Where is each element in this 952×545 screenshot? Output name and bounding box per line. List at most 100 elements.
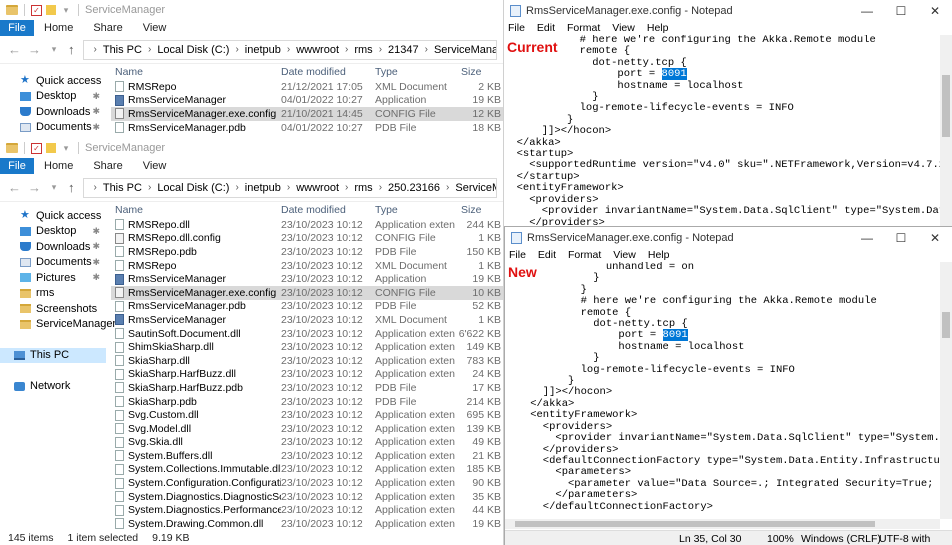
text-editor[interactable]: # here we're configuring the Akka.Remote…	[504, 35, 940, 229]
column-size[interactable]: Size	[455, 66, 501, 78]
sidebar-item-documents[interactable]: Documents ✱	[0, 255, 106, 271]
file-row[interactable]: RmsServiceManager.pdb 23/10/2023 10:12 PDB…	[111, 300, 503, 314]
file-row[interactable]: ShimSkiaSharp.dll 23/10/2023 10:12 Applica…	[111, 340, 503, 354]
file-row[interactable]: RMSRepo.dll 23/10/2023 10:12 Application e…	[111, 218, 503, 232]
file-row[interactable]: RmsServiceManager.exe.config 21/10/2021 1…	[111, 107, 503, 121]
file-row[interactable]: SkiaSharp.pdb 23/10/2023 10:12 PDB File 214…	[111, 395, 503, 409]
file-row[interactable]: Svg.Model.dll 23/10/2023 10:12 Application…	[111, 422, 503, 436]
breadcrumb-item[interactable]: Local Disk (C:)	[157, 182, 229, 194]
file-row[interactable]: RmsServiceManager.pdb 04/01/2022 10:27 PDB…	[111, 121, 503, 135]
breadcrumb-item[interactable]: rms	[354, 182, 372, 194]
scroll-thumb[interactable]	[942, 312, 950, 338]
new-folder-icon[interactable]	[46, 143, 56, 153]
menu-file[interactable]: File	[509, 249, 526, 261]
menu-view[interactable]: View	[613, 249, 636, 261]
vertical-scrollbar[interactable]	[940, 262, 952, 519]
recent-locations-icon[interactable]: ▾	[48, 182, 60, 193]
file-row[interactable]: RmsServiceManager 23/10/2023 10:12 XML Doc…	[111, 313, 503, 327]
breadcrumb-item[interactable]: This PC	[103, 44, 142, 56]
breadcrumb-item[interactable]: inetpub	[245, 44, 281, 56]
breadcrumb-item[interactable]: wwwroot	[296, 44, 339, 56]
menu-edit[interactable]: Edit	[538, 249, 556, 261]
scroll-thumb[interactable]	[515, 521, 875, 527]
minimize-icon[interactable]: —	[850, 227, 884, 248]
ribbon-tab-view[interactable]: View	[133, 158, 177, 174]
breadcrumb-item[interactable]: Local Disk (C:)	[157, 44, 229, 56]
file-row[interactable]: RMSRepo 23/10/2023 10:12 XML Document 1 KB	[111, 259, 503, 273]
sidebar-item-network[interactable]: Network	[0, 379, 106, 395]
sidebar-item-quick-access[interactable]: ★ Quick access	[0, 208, 106, 224]
file-row[interactable]: System.Diagnostics.DiagnosticSource.dll2…	[111, 490, 503, 504]
file-row[interactable]: System.Buffers.dll 23/10/2023 10:12 Applic…	[111, 449, 503, 463]
sidebar-item-rms[interactable]: rms	[0, 286, 106, 302]
scroll-thumb[interactable]	[942, 75, 950, 137]
quick-access-dropdown-icon[interactable]: ▾	[60, 5, 72, 16]
file-row[interactable]: SkiaSharp.dll 23/10/2023 10:12 Application…	[111, 354, 503, 368]
file-row[interactable]: System.Drawing.Common.dll 23/10/2023 10:1…	[111, 517, 503, 531]
file-row[interactable]: Svg.Custom.dll 23/10/2023 10:12 Applicatio…	[111, 408, 503, 422]
file-row[interactable]: RmsServiceManager 23/10/2023 10:12 Applica…	[111, 272, 503, 286]
column-type[interactable]: Type	[375, 66, 455, 78]
menu-edit[interactable]: Edit	[537, 22, 555, 34]
file-row[interactable]: System.Configuration.ConfigurationMan...…	[111, 476, 503, 490]
breadcrumb-item[interactable]: ServiceManager	[434, 44, 496, 56]
column-date-modified[interactable]: Date modified	[281, 66, 375, 78]
ribbon-file-tab[interactable]: File	[0, 158, 34, 174]
file-row[interactable]: RmsServiceManager 04/01/2022 10:27 Applica…	[111, 94, 503, 108]
ribbon-tab-view[interactable]: View	[133, 20, 177, 36]
column-name[interactable]: Name	[111, 204, 281, 216]
file-row[interactable]: SkiaSharp.HarfBuzz.dll 23/10/2023 10:12 Ap…	[111, 368, 503, 382]
quick-access-dropdown-icon[interactable]: ▾	[60, 143, 72, 154]
menu-format[interactable]: Format	[568, 249, 601, 261]
back-arrow-icon[interactable]: ←	[8, 180, 21, 195]
properties-check-icon[interactable]: ✓	[31, 4, 42, 16]
maximize-icon[interactable]: ☐	[884, 0, 918, 21]
menu-file[interactable]: File	[508, 22, 525, 34]
text-editor[interactable]: unhandled = on } } # here we're configur…	[505, 262, 940, 513]
up-arrow-icon[interactable]: ↑	[68, 180, 75, 195]
sidebar-item-documents[interactable]: Documents ✱	[0, 120, 106, 136]
menu-format[interactable]: Format	[567, 22, 600, 34]
horizontal-scrollbar[interactable]	[505, 519, 940, 529]
file-row[interactable]: Svg.Skia.dll 23/10/2023 10:12 Application …	[111, 436, 503, 450]
file-row[interactable]: RmsServiceManager.exe.config 23/10/2023 1…	[111, 285, 503, 300]
column-date-modified[interactable]: Date modified	[281, 204, 375, 216]
address-bar[interactable]: › This PC › Local Disk (C:) › inetpub › …	[82, 177, 497, 198]
breadcrumb-item[interactable]: wwwroot	[296, 182, 339, 194]
close-icon[interactable]: ✕	[918, 227, 952, 248]
menu-view[interactable]: View	[612, 22, 635, 34]
menu-help[interactable]: Help	[648, 249, 670, 261]
file-row[interactable]: SautinSoft.Document.dll 23/10/2023 10:12 A…	[111, 327, 503, 341]
vertical-scrollbar[interactable]	[940, 35, 952, 232]
file-row[interactable]: System.Collections.Immutable.dll 23/10/20…	[111, 463, 503, 477]
breadcrumb-item[interactable]: ServiceManager	[455, 182, 496, 194]
breadcrumb-item[interactable]: This PC	[103, 182, 142, 194]
file-row[interactable]: SkiaSharp.HarfBuzz.pdb 23/10/2023 10:12 PD…	[111, 381, 503, 395]
menu-help[interactable]: Help	[647, 22, 669, 34]
column-name[interactable]: Name	[111, 66, 281, 78]
sidebar-item-desktop[interactable]: Desktop ✱	[0, 89, 106, 105]
file-row[interactable]: System.Diagnostics.PerformanceCounter...…	[111, 503, 503, 517]
sidebar-item-desktop[interactable]: Desktop ✱	[0, 224, 106, 240]
sidebar-item-screenshots[interactable]: Screenshots	[0, 301, 106, 317]
address-bar[interactable]: › This PC › Local Disk (C:) › inetpub › …	[82, 39, 497, 60]
back-arrow-icon[interactable]: ←	[8, 42, 21, 57]
minimize-icon[interactable]: —	[850, 0, 884, 21]
breadcrumb-item[interactable]: 250.23166	[388, 182, 440, 194]
breadcrumb-item[interactable]: rms	[354, 44, 372, 56]
maximize-icon[interactable]: ☐	[884, 227, 918, 248]
file-row[interactable]: RMSRepo.pdb 23/10/2023 10:12 PDB File 150 K…	[111, 245, 503, 259]
properties-check-icon[interactable]: ✓	[31, 142, 42, 154]
column-size[interactable]: Size	[455, 204, 501, 216]
column-type[interactable]: Type	[375, 204, 455, 216]
breadcrumb-item[interactable]: inetpub	[245, 182, 281, 194]
sidebar-item-downloads[interactable]: Downloads ✱	[0, 104, 106, 120]
forward-arrow-icon[interactable]: →	[28, 180, 41, 195]
up-arrow-icon[interactable]: ↑	[68, 42, 75, 57]
file-row[interactable]: RMSRepo 21/12/2021 17:05 XML Document 2 KB	[111, 80, 503, 94]
breadcrumb-item[interactable]: 21347	[388, 44, 419, 56]
ribbon-tab-share[interactable]: Share	[83, 158, 132, 174]
forward-arrow-icon[interactable]: →	[28, 42, 41, 57]
ribbon-file-tab[interactable]: File	[0, 20, 34, 36]
recent-locations-icon[interactable]: ▾	[48, 44, 60, 55]
